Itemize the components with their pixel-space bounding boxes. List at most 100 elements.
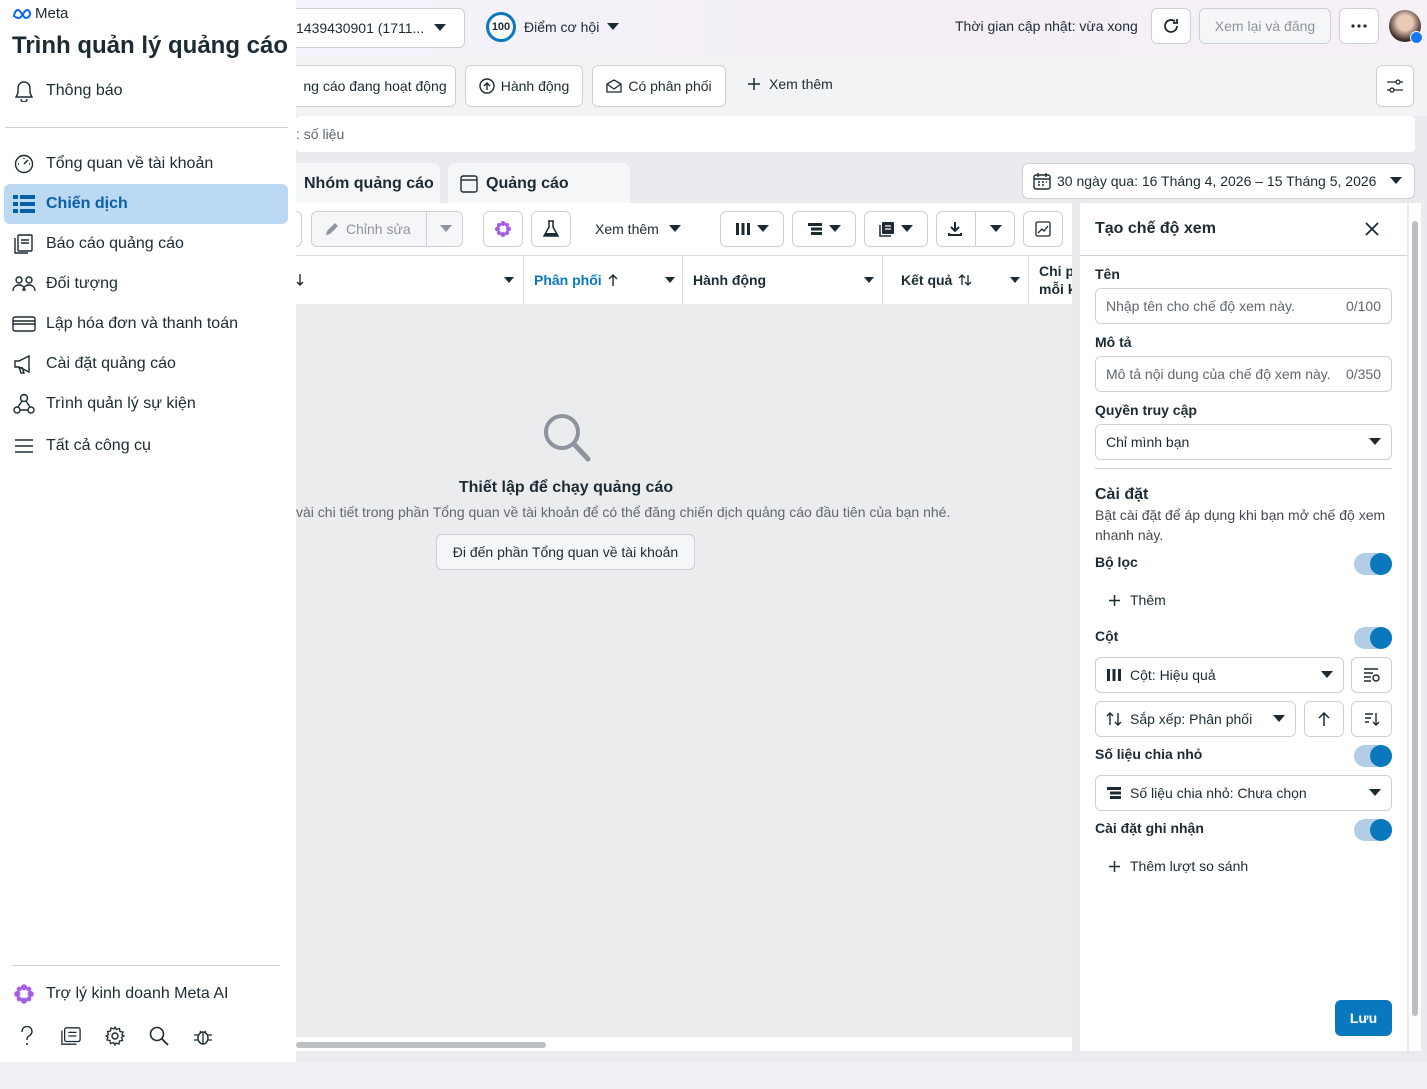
avatar[interactable]: [1389, 10, 1423, 44]
sort-icon: [1106, 712, 1122, 726]
sort-direction-button[interactable]: [1304, 701, 1344, 737]
breakdown-button[interactable]: [792, 211, 856, 247]
save-button[interactable]: Lưu: [1335, 1000, 1392, 1036]
delivery-filter[interactable]: Có phân phối: [592, 65, 726, 107]
sidebar-item-billing[interactable]: Lập hóa đơn và thanh toán: [4, 304, 288, 344]
access-select[interactable]: Chỉ mình bạn: [1095, 424, 1392, 460]
notifications-item[interactable]: Thông báo: [4, 71, 288, 111]
columns-toggle[interactable]: [1354, 627, 1392, 649]
opportunity-score[interactable]: 100 Điểm cơ hội: [486, 12, 620, 42]
facebook-icon: [1410, 31, 1423, 44]
add-comparison-button[interactable]: Thêm lượt so sánh: [1108, 858, 1248, 874]
events-icon: [12, 392, 36, 416]
sidebar-item-campaigns[interactable]: Chiến dịch: [4, 184, 288, 224]
chevron-down-icon: [757, 225, 769, 233]
review-publish-button[interactable]: Xem lại và đăng: [1199, 8, 1331, 44]
tab-ads[interactable]: Quảng cáo: [448, 163, 630, 205]
breakdown-select[interactable]: Số liệu chia nhỏ: Chưa chọn: [1095, 775, 1392, 811]
panel-scrollbar-thumb[interactable]: [1412, 221, 1418, 1016]
filter-toggle[interactable]: [1354, 553, 1392, 575]
card-icon: [12, 312, 36, 336]
sort-order-button[interactable]: [1351, 701, 1392, 737]
sidebar-item-ad-reports[interactable]: Báo cáo quảng cáo: [4, 224, 288, 264]
top-bar: 1439430901 (1711... 100 Điểm cơ hội Thời…: [296, 0, 1427, 56]
score-label: Điểm cơ hội: [524, 19, 600, 35]
more-options-button[interactable]: [1339, 8, 1379, 44]
attribution-toggle[interactable]: [1354, 819, 1392, 841]
name-char-count: 0/100: [1345, 298, 1381, 314]
chevron-down-icon: [829, 225, 841, 233]
bug-icon[interactable]: [193, 1025, 213, 1047]
meta-logo[interactable]: Meta: [12, 5, 68, 22]
columns-preset-select[interactable]: Cột: Hiệu quả: [1095, 657, 1344, 693]
sidebar-item-account-overview[interactable]: Tổng quan về tài khoản: [4, 144, 288, 184]
help-icon[interactable]: [17, 1025, 37, 1047]
report-icon: [12, 232, 36, 256]
chevron-down-icon: [864, 277, 874, 284]
arrow-up-icon: [1318, 712, 1330, 726]
sidebar-item-events-manager[interactable]: Trình quản lý sự kiện: [4, 384, 288, 424]
charts-button[interactable]: [1023, 211, 1063, 247]
search-icon[interactable]: [149, 1025, 169, 1047]
delivery-filter-label: Có phân phối: [628, 78, 712, 94]
scrollbar-thumb[interactable]: [296, 1042, 546, 1048]
sidebar-item-all-tools[interactable]: Tất cả công cụ: [4, 426, 288, 466]
go-to-account-overview-button[interactable]: Đi đến phần Tổng quan về tài khoản: [436, 534, 695, 570]
customize-columns-button[interactable]: [1351, 657, 1392, 693]
experiments-button[interactable]: [531, 211, 571, 247]
chevron-down-icon: [440, 225, 452, 233]
search-placeholder: : số liệu: [296, 126, 345, 142]
sidebar-item-audiences[interactable]: Đối tượng: [4, 264, 288, 304]
toolbar-more-button[interactable]: Xem thêm: [595, 211, 681, 247]
col-header-results[interactable]: Kết quả: [883, 256, 1029, 304]
refresh-icon: [1162, 17, 1180, 35]
settings-divider: [1095, 468, 1392, 469]
close-icon[interactable]: [1364, 221, 1380, 237]
notifications-label: Thông báo: [46, 82, 123, 99]
gear-icon[interactable]: [105, 1025, 125, 1047]
add-filter-button[interactable]: Thêm: [1108, 592, 1166, 608]
tab-adsets[interactable]: Nhóm quảng cáo: [280, 163, 440, 205]
sidebar-item-label: Tất cả công cụ: [46, 437, 151, 454]
more-filters-label: Xem thêm: [769, 76, 833, 92]
meta-ai-button[interactable]: [483, 211, 523, 247]
sidebar-divider: [5, 127, 288, 128]
trend-chart-icon: [1035, 221, 1051, 237]
more-filters-button[interactable]: Xem thêm: [747, 76, 833, 92]
col-header-delivery-label: Phân phối: [534, 272, 602, 288]
sidebar-item-label: Tổng quan về tài khoản: [46, 155, 214, 172]
menu-icon: [12, 434, 36, 458]
description-field[interactable]: Mô tả nội dung của chế độ xem này. 0/350: [1095, 356, 1392, 392]
name-field[interactable]: Nhập tên cho chế độ xem này. 0/100: [1095, 288, 1392, 324]
breakdown-toggle[interactable]: [1354, 745, 1392, 767]
col-header-cost[interactable]: Chi p mỗi k: [1029, 256, 1072, 304]
col-header-name[interactable]: [296, 256, 524, 304]
actions-filter[interactable]: Hành động: [465, 65, 583, 107]
columns-preset-value: Cột: Hiệu quả: [1130, 667, 1216, 683]
columns-button[interactable]: [720, 211, 784, 247]
chevron-down-icon: [665, 277, 675, 284]
meta-ai-assistant-item[interactable]: Trợ lý kinh doanh Meta AI: [4, 974, 288, 1014]
col-header-delivery[interactable]: Phân phối: [524, 256, 683, 304]
panel-scrollbar[interactable]: [1409, 203, 1421, 1051]
date-range-picker[interactable]: 30 ngày qua: 16 Tháng 4, 2026 – 15 Tháng…: [1022, 163, 1415, 199]
filter-settings-button[interactable]: [1376, 65, 1414, 107]
name-placeholder: Nhập tên cho chế độ xem này.: [1106, 298, 1295, 314]
export-button[interactable]: [936, 211, 1015, 247]
sidebar-item-ad-settings[interactable]: Cài đặt quảng cáo: [4, 344, 288, 384]
meta-infinity-icon: [12, 8, 32, 20]
pages-icon[interactable]: [61, 1025, 81, 1047]
horizontal-scrollbar[interactable]: [296, 1039, 1072, 1051]
edit-button[interactable]: Chỉnh sửa: [311, 211, 463, 247]
sort-select[interactable]: Sắp xếp: Phân phối: [1095, 701, 1296, 737]
chevron-down-icon: [901, 225, 913, 233]
col-header-actions[interactable]: Hành động: [683, 256, 883, 304]
active-ads-filter[interactable]: ng cáo đang hoạt động: [280, 65, 456, 107]
people-icon: [12, 272, 36, 296]
account-selector[interactable]: 1439430901 (1711...: [296, 8, 465, 48]
reports-button[interactable]: [864, 211, 928, 247]
description-char-count: 0/350: [1345, 366, 1381, 382]
sidebar-item-label: Trình quản lý sự kiện: [46, 395, 196, 412]
refresh-button[interactable]: [1151, 8, 1191, 44]
search-input[interactable]: : số liệu: [296, 116, 1415, 152]
